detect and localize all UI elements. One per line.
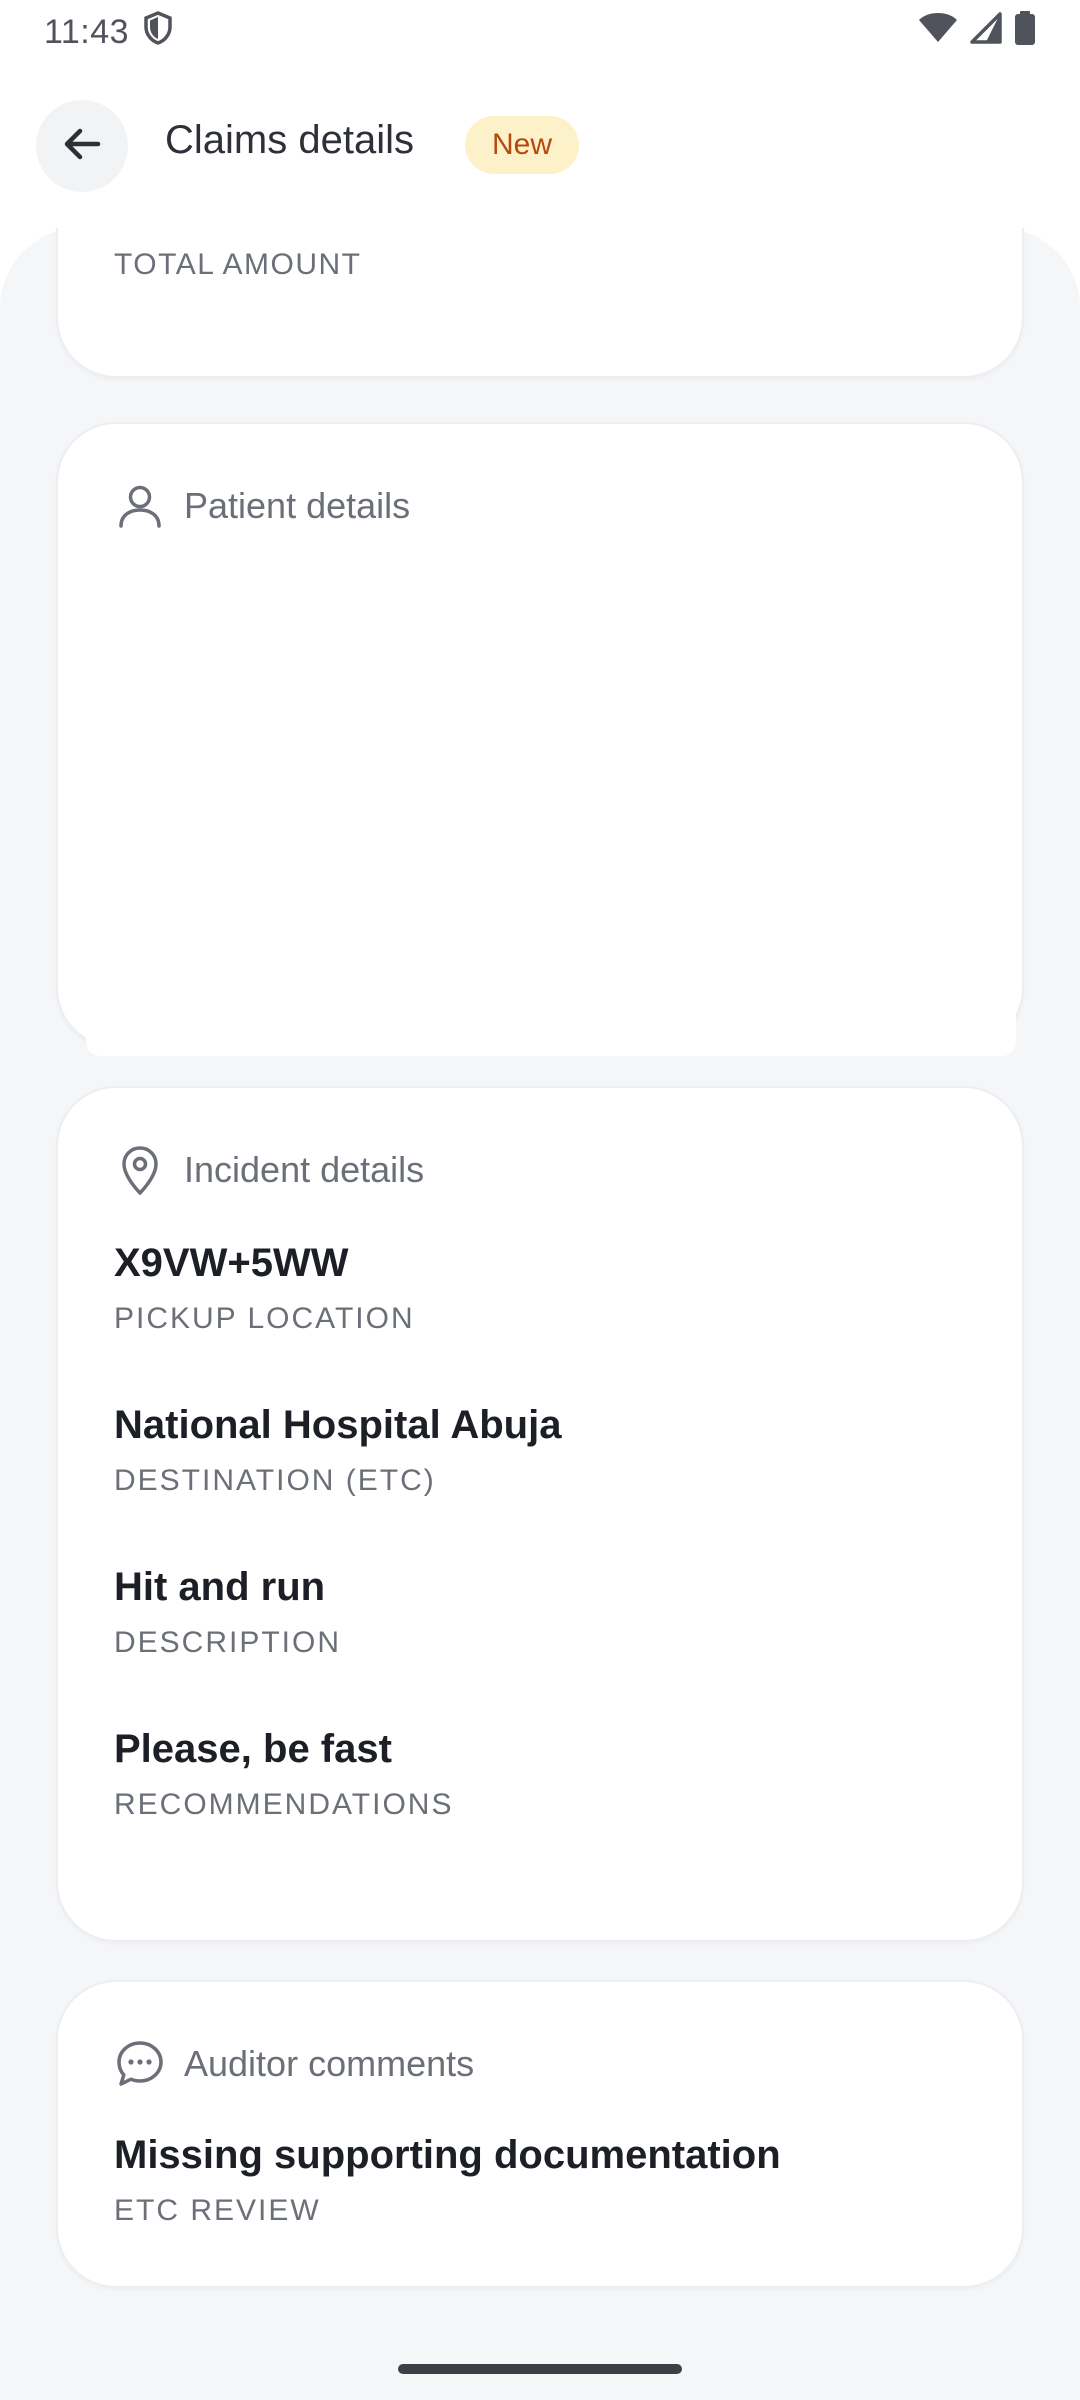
signal-icon xyxy=(970,11,1002,53)
patient-details-header: Patient details xyxy=(114,480,410,532)
auditor-comments-title: Auditor comments xyxy=(184,2043,475,2084)
chat-bubble-icon xyxy=(114,2038,166,2090)
pickup-location-value: X9VW+5WW xyxy=(114,1241,349,1285)
patient-details-card: Patient details xyxy=(56,422,1024,1048)
incident-details-title: Incident details xyxy=(184,1149,425,1190)
etc-review-value: Missing supporting documentation xyxy=(114,2133,781,2177)
arrow-left-icon xyxy=(60,122,104,171)
total-amount-card: TOTAL AMOUNT xyxy=(56,228,1024,378)
auditor-comments-header: Auditor comments xyxy=(114,2038,474,2090)
description-label: DESCRIPTION xyxy=(114,1626,342,1659)
status-bar: 11:43 xyxy=(0,0,1080,64)
recommendations-value: Please, be fast xyxy=(114,1727,392,1771)
patient-card-strip xyxy=(86,996,1016,1056)
recommendations-label: RECOMMENDATIONS xyxy=(114,1788,454,1821)
top-app-bar: Claims details New xyxy=(0,64,1080,228)
status-left: 11:43 xyxy=(44,10,173,54)
destination-label: DESTINATION (ETC) xyxy=(114,1464,436,1497)
recommendations-field: Please, be fast RECOMMENDATIONS xyxy=(114,1724,453,1822)
status-badge: New xyxy=(465,116,580,174)
incident-details-card: Incident details X9VW+5WW PICKUP LOCATIO… xyxy=(56,1086,1024,1942)
description-field: Hit and run DESCRIPTION xyxy=(114,1562,341,1660)
destination-field: National Hospital Abuja DESTINATION (ETC… xyxy=(114,1400,561,1498)
incident-details-header: Incident details xyxy=(114,1144,424,1196)
total-amount-label: TOTAL AMOUNT xyxy=(114,248,362,281)
status-time: 11:43 xyxy=(44,12,130,51)
page-title: Claims details xyxy=(165,118,414,162)
description-value: Hit and run xyxy=(114,1565,326,1609)
location-pin-icon xyxy=(114,1144,166,1196)
pickup-location-label: PICKUP LOCATION xyxy=(114,1302,415,1335)
home-indicator[interactable] xyxy=(398,2364,682,2374)
back-button[interactable] xyxy=(36,100,128,192)
person-icon xyxy=(114,480,166,532)
pickup-location-field: X9VW+5WW PICKUP LOCATION xyxy=(114,1238,415,1336)
etc-review-field: Missing supporting documentation ETC REV… xyxy=(114,2130,781,2228)
destination-value: National Hospital Abuja xyxy=(114,1403,562,1447)
wifi-icon xyxy=(918,12,958,53)
status-right xyxy=(918,10,1036,54)
shield-icon xyxy=(143,10,173,54)
auditor-comments-card: Auditor comments Missing supporting docu… xyxy=(56,1980,1024,2288)
claim-details-scroll[interactable]: TOTAL AMOUNT Patient details Incident de… xyxy=(0,228,1080,2400)
battery-icon xyxy=(1014,10,1036,54)
etc-review-label: ETC REVIEW xyxy=(114,2194,321,2227)
patient-details-title: Patient details xyxy=(184,485,411,526)
